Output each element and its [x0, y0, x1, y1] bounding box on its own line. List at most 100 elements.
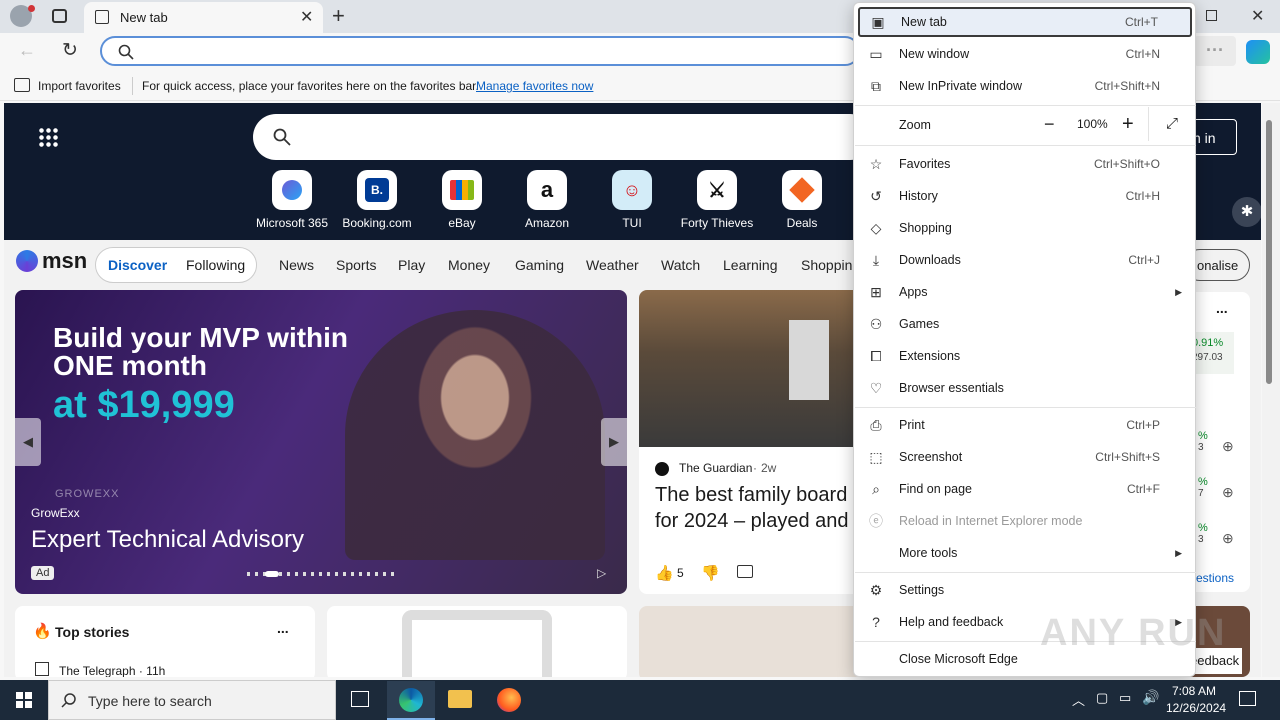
quicklink-forty-thieves[interactable]: ⚔ Forty Thieves: [677, 170, 757, 230]
carousel-prev-icon[interactable]: ◀: [15, 418, 41, 466]
menu-item-new-inprivate[interactable]: ⧉ New InPrivate window Ctrl+Shift+N: [858, 71, 1192, 101]
clock-date[interactable]: 12/26/2024: [1166, 701, 1226, 715]
zoom-value: 100%: [1077, 117, 1108, 131]
search-icon: [118, 44, 134, 60]
task-view-icon[interactable]: [351, 691, 369, 707]
submenu-arrow-icon: ▶: [1175, 547, 1182, 558]
nav-weather[interactable]: Weather: [586, 257, 639, 273]
quicklink-microsoft-365[interactable]: Microsoft 365: [252, 170, 332, 230]
taskbar-search-box[interactable]: Type here to search: [48, 680, 336, 720]
menu-item-browser-essentials[interactable]: ♡ Browser essentials: [858, 373, 1192, 403]
carousel-next-icon[interactable]: ▶: [601, 418, 627, 466]
copilot-icon[interactable]: [1246, 40, 1270, 64]
news-headline-1: The best family board: [655, 484, 848, 506]
menu-item-new-window[interactable]: ▭ New window Ctrl+N: [858, 39, 1192, 69]
menu-item-screenshot[interactable]: ⬚ Screenshot Ctrl+Shift+S: [858, 442, 1192, 472]
window-close-icon[interactable]: ✕: [1251, 6, 1264, 26]
nav-learning[interactable]: Learning: [723, 257, 778, 273]
tab-following[interactable]: Following: [186, 257, 245, 273]
menu-item-print[interactable]: ⎙ Print Ctrl+P: [858, 410, 1192, 440]
nav-watch[interactable]: Watch: [661, 257, 700, 273]
file-explorer-icon[interactable]: [448, 690, 472, 708]
restore-icon[interactable]: [1206, 10, 1217, 21]
add-stock-icon[interactable]: ⊕: [1222, 484, 1234, 501]
menu-item-favorites[interactable]: ☆ Favorites Ctrl+Shift+O: [858, 149, 1192, 179]
manage-favorites-link[interactable]: Manage favorites now: [476, 79, 593, 93]
menu-item-history[interactable]: ↺ History Ctrl+H: [858, 181, 1192, 211]
like-icon[interactable]: 👍: [655, 564, 674, 582]
ad-title[interactable]: Expert Technical Advisory: [31, 526, 304, 554]
taskbar-edge[interactable]: [387, 681, 435, 720]
nav-shopping[interactable]: Shopping: [801, 257, 860, 273]
nav-news[interactable]: News: [279, 257, 314, 273]
menu-item-downloads[interactable]: ⤓ Downloads Ctrl+J: [858, 245, 1192, 275]
tab-title: New tab: [120, 10, 168, 25]
menu-separator: [855, 407, 1196, 408]
nav-sports[interactable]: Sports: [336, 257, 376, 273]
import-favorites-button[interactable]: Import favorites: [38, 79, 121, 93]
refresh-icon[interactable]: ↻: [62, 39, 78, 62]
msn-logo[interactable]: msn: [16, 248, 87, 274]
zoom-out-icon[interactable]: −: [1044, 114, 1055, 135]
suggestions-link[interactable]: estions: [1196, 571, 1234, 585]
favbar-divider: [132, 77, 133, 95]
deals-icon: [782, 170, 822, 210]
tray-chevron-icon[interactable]: ︿: [1072, 690, 1085, 709]
firefox-icon[interactable]: [497, 688, 521, 712]
menu-item-more-tools[interactable]: More tools ▶: [858, 538, 1192, 568]
telegraph-logo-icon: [35, 662, 49, 676]
nav-gaming[interactable]: Gaming: [515, 257, 564, 273]
scrollbar-thumb[interactable]: [1266, 120, 1272, 384]
quicklink-label: Deals: [786, 216, 818, 230]
quicklink-tui[interactable]: ☺ TUI: [592, 170, 672, 230]
top-stories-more-icon[interactable]: ...: [277, 620, 289, 636]
address-bar[interactable]: [100, 36, 860, 66]
menu-item-shopping[interactable]: ◇ Shopping: [858, 213, 1192, 243]
hide-story-icon[interactable]: [737, 565, 753, 578]
finance-more-icon[interactable]: ...: [1216, 300, 1228, 316]
tab-actions-icon[interactable]: [52, 9, 67, 23]
guardian-logo-icon: [655, 462, 669, 476]
menu-item-games[interactable]: ⚇ Games: [858, 309, 1192, 339]
add-stock-icon[interactable]: ⊕: [1222, 438, 1234, 455]
customize-icon[interactable]: ✱: [1232, 197, 1261, 227]
app-launcher-icon[interactable]: [38, 127, 58, 147]
nav-play[interactable]: Play: [398, 257, 425, 273]
zoom-in-icon[interactable]: +: [1122, 113, 1134, 136]
menu-item-apps[interactable]: ⊞ Apps ▶: [858, 277, 1192, 307]
quicklink-deals[interactable]: Deals: [762, 170, 842, 230]
windows-start-icon[interactable]: [16, 692, 32, 708]
menu-item-find-on-page[interactable]: ⌕ Find on page Ctrl+F: [858, 474, 1192, 504]
new-tab-plus-icon[interactable]: +: [332, 3, 345, 29]
web-search-box[interactable]: [253, 114, 873, 160]
edge-icon: [399, 688, 423, 712]
sponsored-carousel-card[interactable]: Build your MVP within ONE month at $19,9…: [15, 290, 627, 594]
tab-discover[interactable]: Discover: [108, 257, 167, 273]
menu-item-settings[interactable]: ⚙ Settings: [858, 575, 1192, 605]
quicklink-ebay[interactable]: eBay: [422, 170, 502, 230]
tab-close-icon[interactable]: ✕: [300, 7, 313, 27]
tray-device-icon[interactable]: ▢: [1096, 690, 1108, 706]
news-card-image[interactable]: [639, 606, 879, 677]
dislike-icon[interactable]: 👎: [701, 564, 720, 582]
new-tab-favicon-icon: [95, 10, 109, 24]
clock-time[interactable]: 7:08 AM: [1172, 684, 1216, 698]
notifications-icon[interactable]: [1239, 691, 1256, 706]
quicklink-amazon[interactable]: a Amazon: [507, 170, 587, 230]
volume-icon[interactable]: 🔊: [1142, 689, 1159, 706]
back-arrow-icon[interactable]: ←: [18, 40, 36, 61]
tab-new-tab[interactable]: New tab ✕: [84, 2, 323, 33]
add-stock-icon[interactable]: ⊕: [1222, 530, 1234, 547]
menu-item-new-tab[interactable]: ▣ New tab Ctrl+T: [858, 7, 1192, 37]
fullscreen-icon[interactable]: ⤢: [1166, 115, 1178, 132]
network-icon[interactable]: ▭: [1119, 690, 1131, 706]
nav-money[interactable]: Money: [448, 257, 490, 273]
news-card[interactable]: The Guardian · 2w The best family board …: [639, 290, 879, 594]
ad-headline-price: at $19,999: [53, 384, 235, 426]
ad-photo-person: [345, 310, 605, 560]
menu-item-extensions[interactable]: ⧠ Extensions: [858, 341, 1192, 371]
zoom-label: Zoom: [899, 118, 931, 132]
quicklink-booking[interactable]: B. Booking.com: [337, 170, 417, 230]
adchoices-icon[interactable]: ▷: [597, 566, 606, 580]
taskbar-search-placeholder: Type here to search: [88, 693, 212, 709]
